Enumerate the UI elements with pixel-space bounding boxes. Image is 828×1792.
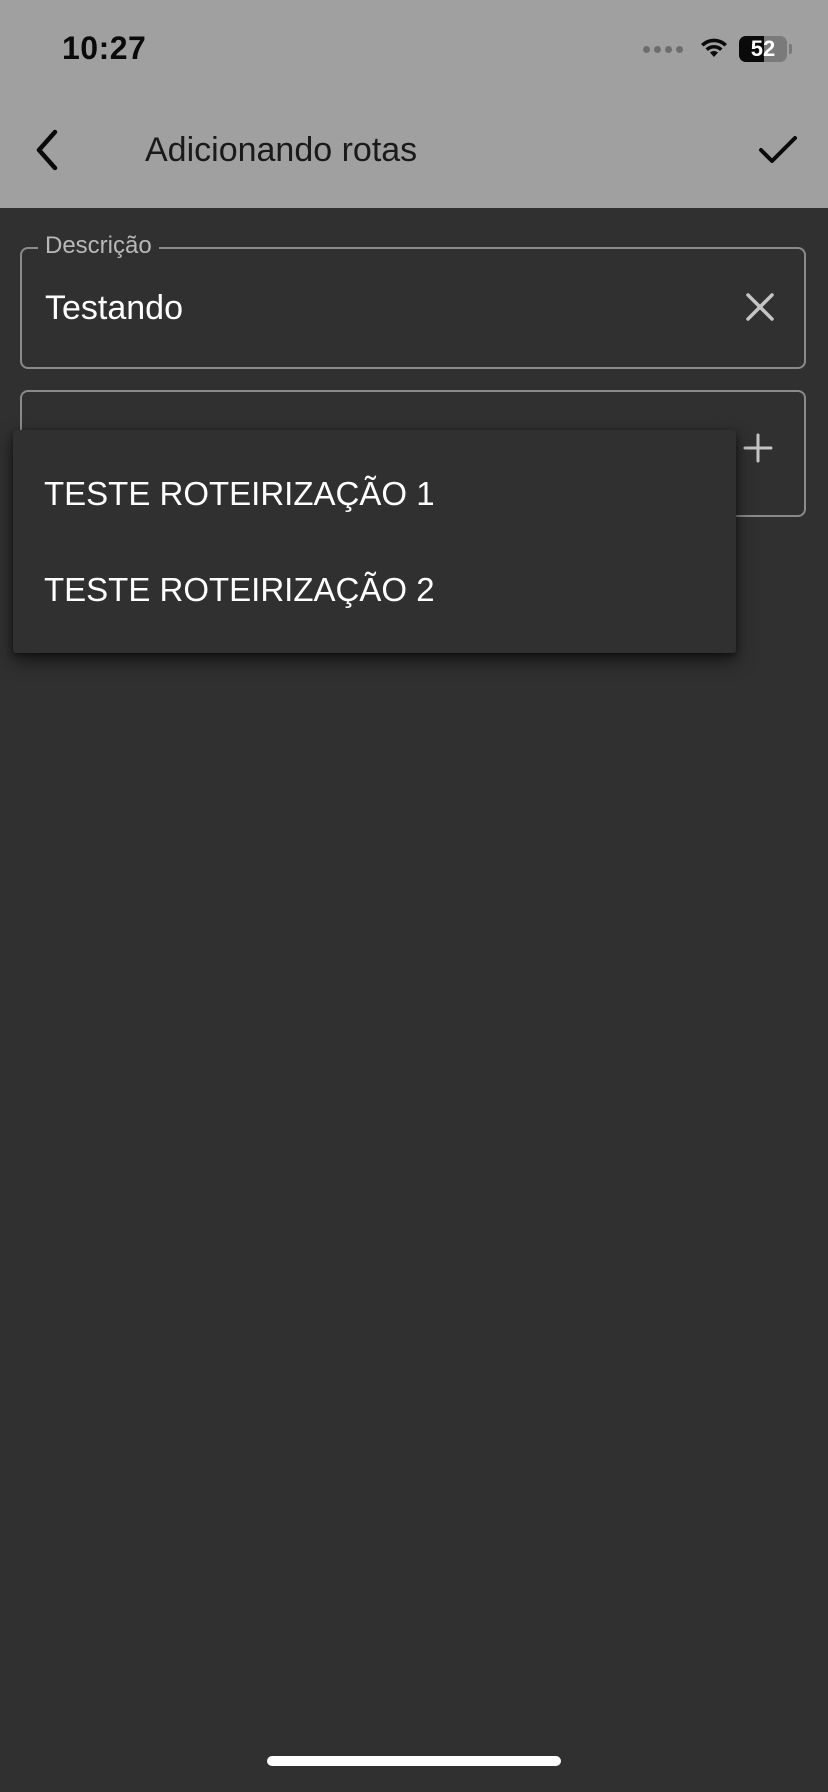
battery-cap [789,44,792,54]
status-icons: 52 [643,34,792,64]
battery-percentage: 52 [750,36,776,61]
dropdown-option[interactable]: TESTE ROTEIRIZAÇÃO 1 [13,446,736,542]
description-field[interactable]: Descrição Testando [20,232,806,369]
clear-description-button[interactable] [740,289,780,329]
description-input[interactable]: Testando [45,289,183,328]
route-dropdown-menu: TESTE ROTEIRIZAÇÃO 1 TESTE ROTEIRIZAÇÃO … [13,430,736,653]
plus-icon [743,433,773,468]
app-screen: 10:27 52 Adicionando rotas Descrição Tes… [0,0,828,1792]
battery-icon: 52 [739,36,787,62]
chevron-left-icon [33,128,61,177]
confirm-button[interactable] [750,122,806,182]
app-header: 10:27 52 Adicionando rotas [0,0,828,208]
home-indicator[interactable] [267,1756,561,1766]
status-time: 10:27 [62,30,147,66]
description-label: Descrição [38,232,159,260]
cellular-signal-icon [643,45,683,53]
check-icon [758,134,798,171]
close-icon [745,292,775,327]
back-button[interactable] [22,122,72,182]
dropdown-option[interactable]: TESTE ROTEIRIZAÇÃO 2 [13,542,736,638]
add-route-button[interactable] [740,432,776,468]
page-title: Adicionando rotas [145,131,418,169]
wifi-icon [699,35,729,64]
